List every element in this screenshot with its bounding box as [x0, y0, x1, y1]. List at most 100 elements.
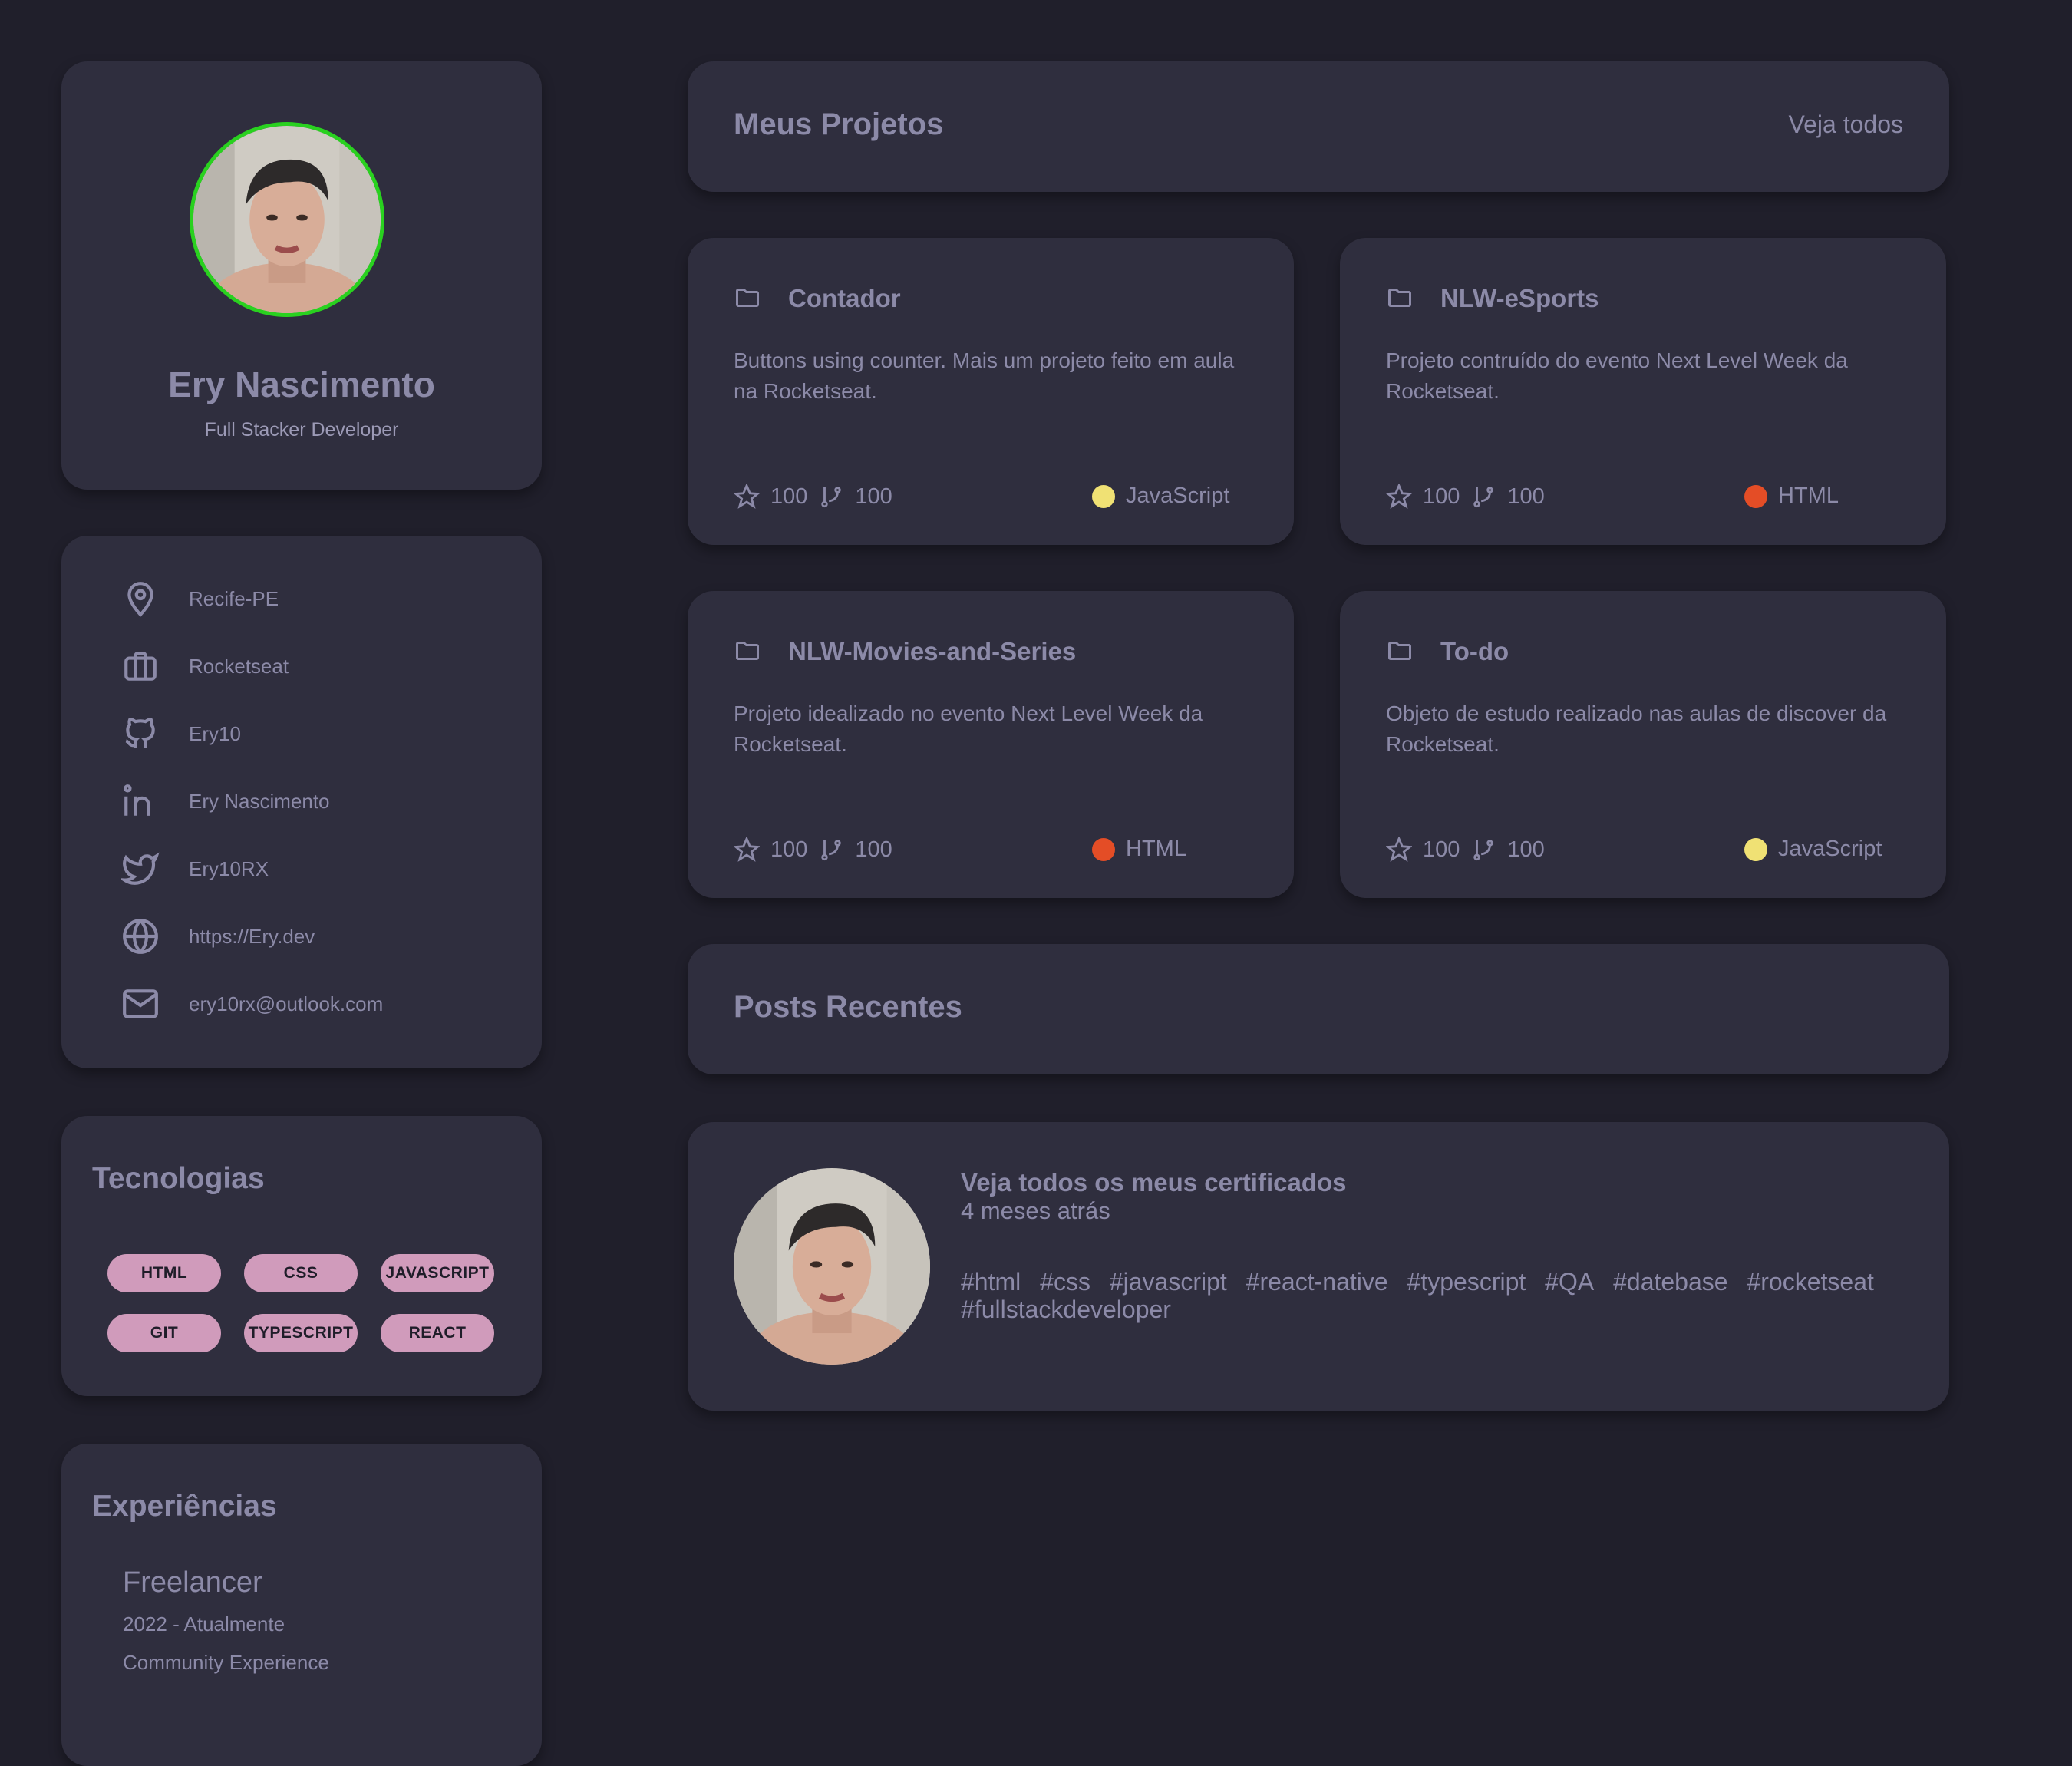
contact-location: Recife-PE	[121, 576, 279, 622]
contact-email[interactable]: ery10rx@outlook.com	[121, 981, 383, 1027]
contact-twitter[interactable]: Ery10RX	[121, 846, 269, 892]
post-tag[interactable]: #datebase	[1613, 1268, 1727, 1296]
post-card[interactable]: Veja todos os meus certificados 4 meses …	[688, 1122, 1949, 1411]
contact-label: Ery Nascimento	[189, 789, 330, 813]
project-description: Projeto contruído do evento Next Level W…	[1386, 348, 1848, 403]
star-count: 100	[1423, 484, 1460, 509]
post-tag[interactable]: #QA	[1545, 1268, 1594, 1296]
tech-tag: CSS	[244, 1254, 358, 1292]
fork-count: 100	[855, 837, 892, 862]
contact-label: Recife-PE	[189, 586, 279, 610]
language-label: JavaScript	[1126, 484, 1230, 508]
twitter-icon	[121, 852, 160, 885]
post-tag[interactable]: #typescript	[1407, 1268, 1526, 1296]
contact-label: Ery10	[189, 721, 241, 745]
mail-icon	[123, 989, 158, 1018]
profile-card: Ery Nascimento Full Stacker Developer	[61, 61, 542, 490]
star-count: 100	[1423, 837, 1460, 862]
star-count: 100	[770, 484, 808, 509]
language-dot	[1092, 837, 1115, 861]
tech-tag: GIT	[107, 1314, 221, 1352]
post-time: 4 meses atrás	[961, 1197, 1110, 1224]
post-tag[interactable]: #css	[1040, 1268, 1090, 1296]
contact-website[interactable]: https://Ery.dev	[121, 913, 315, 959]
post-avatar	[734, 1168, 930, 1365]
language-dot	[1744, 837, 1767, 861]
project-card[interactable]: NLW-Movies-and-Series Projeto idealizado…	[688, 591, 1294, 898]
tech-tag: REACT	[381, 1314, 494, 1352]
experience-title: Experiências	[92, 1490, 277, 1523]
project-stats: 100 100	[1386, 484, 1556, 510]
experience-period: 2022 - Atualmente	[123, 1613, 285, 1636]
github-icon	[125, 718, 155, 748]
project-name: NLW-Movies-and-Series	[788, 637, 1077, 665]
project-card[interactable]: NLW-eSports Projeto contruído do evento …	[1340, 238, 1946, 545]
project-language: HTML	[1092, 837, 1186, 862]
tech-tag: TYPESCRIPT	[244, 1314, 358, 1352]
post-tag[interactable]: #fullstackdeveloper	[961, 1296, 1171, 1323]
contact-label: ery10rx@outlook.com	[189, 992, 384, 1015]
post-tag[interactable]: #rocketseat	[1747, 1268, 1873, 1296]
project-stats: 100 100	[734, 484, 903, 510]
experience-company: Community Experience	[123, 1651, 329, 1674]
contact-github[interactable]: Ery10	[121, 711, 241, 757]
post-tag[interactable]: #html	[961, 1268, 1021, 1296]
folder-icon	[1388, 289, 1411, 307]
star-count: 100	[770, 837, 808, 862]
post-photo	[734, 1168, 930, 1365]
projects-title: Meus Projetos	[734, 107, 944, 141]
tech-tag: HTML	[107, 1254, 221, 1292]
map-pin-icon	[127, 582, 153, 617]
post-title[interactable]: Veja todos os meus certificados	[961, 1168, 1347, 1197]
project-card[interactable]: Contador Buttons using counter. Mais um …	[688, 238, 1294, 545]
post-tag[interactable]: #javascript	[1110, 1268, 1227, 1296]
see-all-link[interactable]: Veja todos	[1789, 111, 1903, 139]
experience-card: Experiências Freelancer 2022 - Atualment…	[61, 1444, 542, 1766]
project-name: To-do	[1440, 637, 1509, 665]
project-stats: 100 100	[734, 837, 903, 863]
language-label: HTML	[1126, 837, 1186, 861]
project-name: Contador	[788, 284, 901, 312]
project-language: JavaScript	[1744, 837, 1882, 862]
globe-icon	[123, 919, 158, 954]
linkedin-icon	[124, 784, 150, 816]
project-description: Projeto idealizado no evento Next Level …	[734, 701, 1203, 756]
language-label: JavaScript	[1778, 837, 1882, 861]
contacts-card: Recife-PE Rocketseat Ery10 Ery Nasciment…	[61, 536, 542, 1068]
post-tag[interactable]: #react-native	[1246, 1268, 1388, 1296]
avatar	[190, 122, 384, 317]
project-description: Buttons using counter. Mais um projeto f…	[734, 348, 1235, 403]
project-card[interactable]: To-do Objeto de estudo realizado nas aul…	[1340, 591, 1946, 898]
fork-count: 100	[855, 484, 892, 509]
contact-company: Rocketseat	[121, 643, 289, 689]
projects-header: Meus Projetos Veja todos	[688, 61, 1949, 192]
project-description: Objeto de estudo realizado nas aulas de …	[1386, 701, 1887, 756]
contact-label: Ery10RX	[189, 857, 269, 880]
project-language: JavaScript	[1092, 484, 1229, 509]
star-icon	[1386, 484, 1412, 509]
posts-header: Posts Recentes	[688, 944, 1949, 1074]
git-branch-icon	[1473, 487, 1494, 508]
star-icon	[734, 837, 760, 862]
project-stats: 100 100	[1386, 837, 1556, 863]
posts-title: Posts Recentes	[734, 990, 962, 1024]
folder-icon	[736, 642, 759, 660]
profile-role: Full Stacker Developer	[204, 419, 399, 441]
post-tags: #html #css #javascript #react-native #ty…	[961, 1268, 1928, 1323]
star-icon	[1386, 837, 1412, 862]
contact-linkedin[interactable]: Ery Nascimento	[121, 778, 330, 824]
git-branch-icon	[821, 840, 842, 861]
language-dot	[1092, 484, 1115, 508]
contact-label: https://Ery.dev	[189, 924, 315, 948]
language-label: HTML	[1778, 484, 1839, 508]
folder-icon	[1388, 642, 1411, 660]
star-icon	[734, 484, 760, 509]
folder-icon	[736, 289, 759, 307]
fork-count: 100	[1507, 484, 1545, 509]
technologies-card: Tecnologias HTML CSS JAVASCRIPT GIT TYPE…	[61, 1116, 542, 1396]
avatar-photo	[193, 126, 381, 313]
git-branch-icon	[821, 487, 842, 508]
fork-count: 100	[1507, 837, 1545, 862]
language-dot	[1744, 484, 1767, 508]
profile-name: Ery Nascimento	[168, 365, 435, 404]
